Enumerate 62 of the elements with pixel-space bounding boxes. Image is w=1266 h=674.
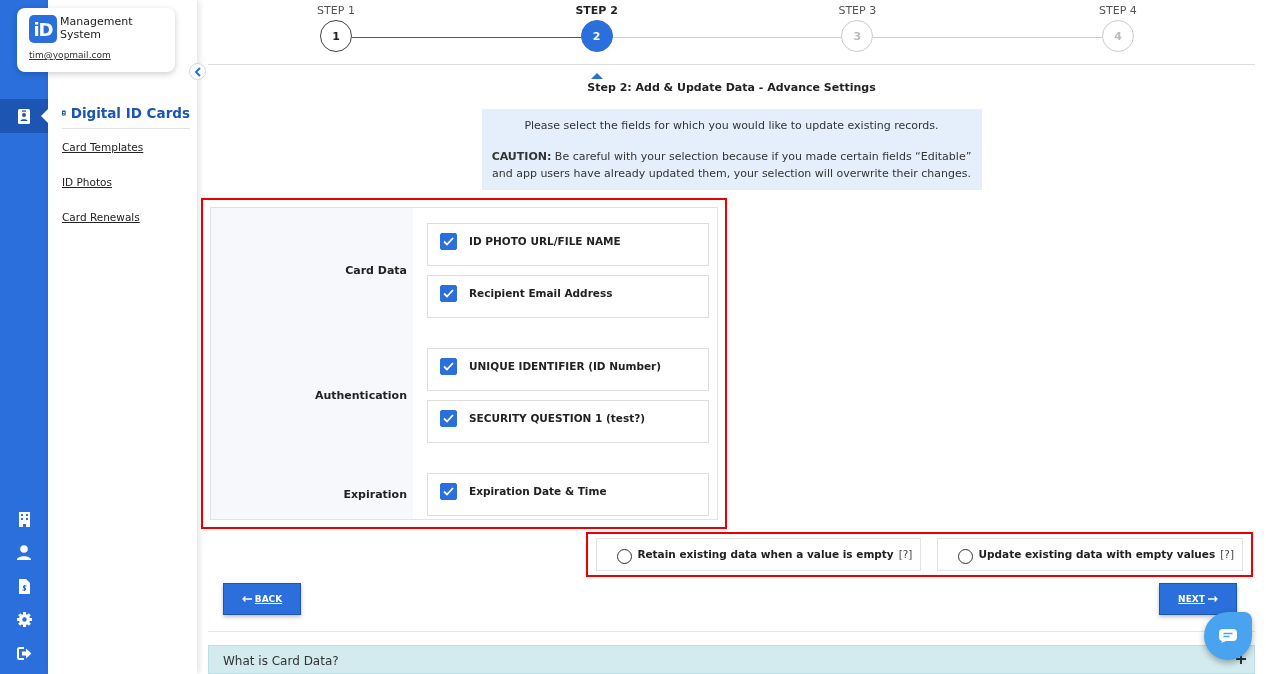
step-label: STEP 4 bbox=[1099, 4, 1137, 19]
group-label: Authentication bbox=[313, 387, 408, 404]
checkbox[interactable] bbox=[440, 482, 457, 500]
field-option[interactable]: Recipient Email Address bbox=[427, 274, 709, 318]
checkbox[interactable] bbox=[440, 357, 457, 375]
arrow-right-icon bbox=[1207, 595, 1218, 602]
help-link[interactable]: [?] bbox=[898, 548, 913, 560]
option-label: Retain existing data when a value is empty bbox=[637, 548, 894, 560]
app-name: Management System bbox=[60, 15, 134, 41]
section-title: Digital ID Cards bbox=[70, 105, 190, 121]
field-option[interactable]: SECURITY QUESTION 1 (test?) bbox=[427, 399, 709, 443]
pointer-icon bbox=[590, 72, 603, 79]
checkbox[interactable] bbox=[440, 284, 457, 302]
notice-text: CAUTION: Be careful with your selection because if you made certain fields “Editable” and app users have already updated them, your selection will overwrite their changes. bbox=[491, 148, 972, 182]
building-icon[interactable] bbox=[18, 511, 30, 527]
radio-option[interactable]: Retain existing data when a value is empty [?] bbox=[596, 537, 922, 571]
group-label: Expiration bbox=[342, 486, 408, 503]
check-icon bbox=[443, 236, 454, 246]
field-label: SECURITY QUESTION 1 (test?) bbox=[469, 412, 646, 424]
settings-icon[interactable] bbox=[16, 612, 32, 628]
email-link[interactable]: tim@yopmail.com bbox=[29, 50, 111, 60]
field-option[interactable]: ID PHOTO URL/FILE NAME bbox=[427, 222, 709, 266]
check-icon bbox=[443, 288, 454, 298]
sidebar-link[interactable]: ID Photos bbox=[62, 176, 185, 199]
help-link[interactable]: [?] bbox=[1220, 548, 1234, 560]
step-circle[interactable]: 2 bbox=[580, 20, 613, 52]
id-badge-icon bbox=[62, 108, 66, 118]
step-heading: Step 2: Add & Update Data - Advance Settings bbox=[586, 80, 877, 94]
check-icon bbox=[443, 486, 454, 496]
sidebar-link[interactable]: Card Renewals bbox=[62, 211, 185, 234]
next-button[interactable]: NEXT bbox=[1159, 582, 1237, 615]
option-label: Update existing data with empty values bbox=[978, 548, 1216, 560]
person-icon[interactable] bbox=[17, 545, 31, 561]
back-button[interactable]: BACK bbox=[223, 582, 301, 615]
field-label: Recipient Email Address bbox=[469, 287, 613, 299]
accordion-title: What is Card Data? bbox=[223, 653, 339, 670]
logout-icon[interactable] bbox=[16, 646, 32, 660]
sidebar-link[interactable]: Card Templates bbox=[62, 141, 185, 164]
accordion-header[interactable]: What is Card Data? bbox=[208, 644, 1255, 674]
field-label: UNIQUE IDENTIFIER (ID Number) bbox=[469, 360, 662, 372]
chat-icon bbox=[1219, 629, 1237, 643]
step-label: STEP 3 bbox=[838, 4, 877, 19]
group-label: Card Data bbox=[344, 262, 408, 279]
invoice-icon[interactable] bbox=[18, 578, 30, 594]
step-label: STEP 2 bbox=[575, 4, 618, 19]
notice-text: Please select the fields for which you would like to update existing records. bbox=[523, 117, 940, 134]
check-icon bbox=[443, 413, 454, 423]
field-option[interactable]: UNIQUE IDENTIFIER (ID Number) bbox=[427, 347, 709, 391]
check-icon bbox=[443, 361, 454, 371]
logo: iD bbox=[29, 15, 57, 43]
step-circle[interactable]: 1 bbox=[320, 20, 352, 52]
radio-option[interactable]: Update existing data with empty values [?] bbox=[937, 537, 1243, 571]
arrow-left-icon bbox=[241, 595, 252, 602]
step-label: STEP 1 bbox=[317, 4, 355, 19]
checkbox[interactable] bbox=[440, 409, 457, 427]
field-label: ID PHOTO URL/FILE NAME bbox=[469, 235, 621, 247]
id-card-icon[interactable] bbox=[18, 108, 30, 124]
field-option[interactable]: Expiration Date & Time bbox=[427, 472, 709, 516]
collapse-button[interactable] bbox=[189, 63, 206, 80]
chevron-left-icon bbox=[194, 66, 201, 77]
field-label: Expiration Date & Time bbox=[469, 485, 607, 497]
checkbox[interactable] bbox=[440, 232, 457, 250]
